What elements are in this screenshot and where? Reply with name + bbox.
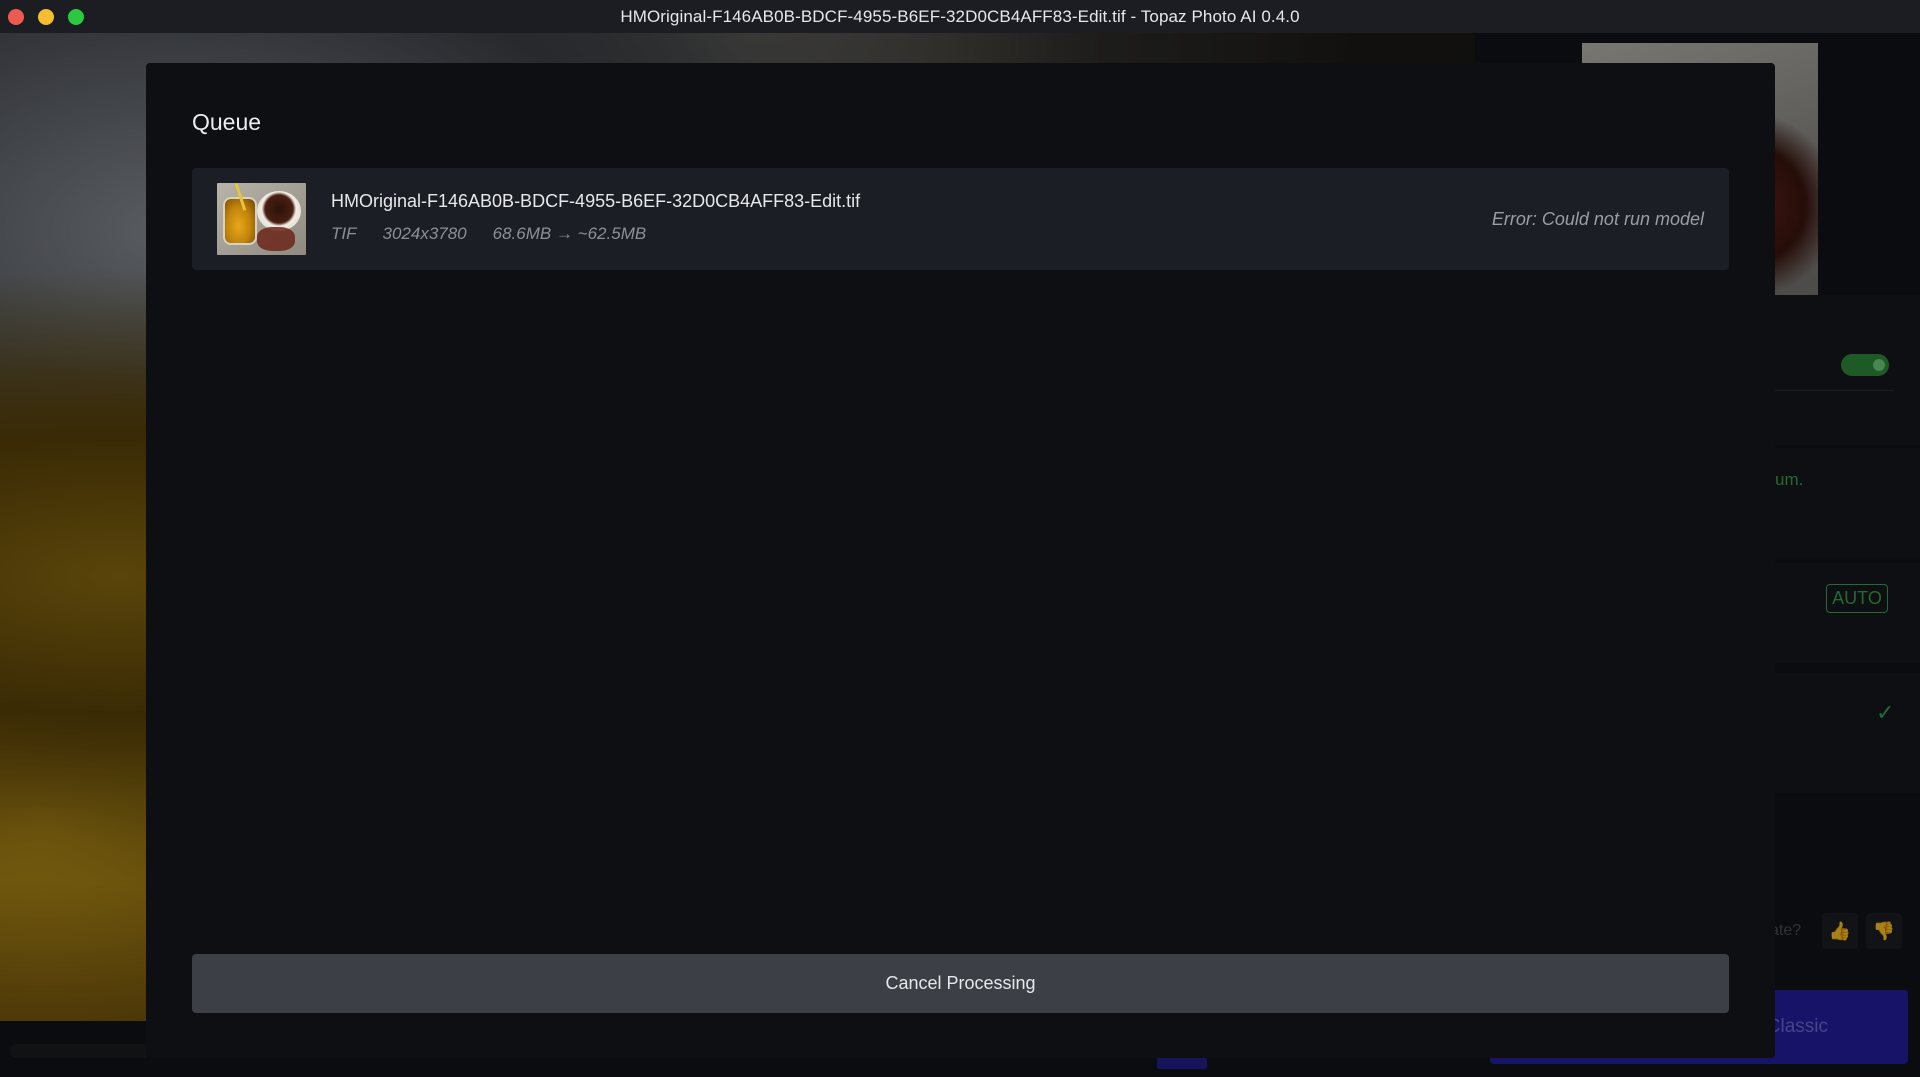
minimize-window-button[interactable] — [38, 9, 54, 25]
file-meta: TIF 3024x3780 68.6MB → ~62.5MB — [331, 224, 646, 244]
file-size: 68.6MB → ~62.5MB — [492, 224, 647, 243]
cancel-processing-button[interactable]: Cancel Processing — [192, 954, 1729, 1013]
queue-dialog: Queue HMOriginal-F146AB0B-BDCF-4955-B6EF… — [146, 63, 1775, 1058]
file-thumbnail — [217, 183, 306, 255]
file-dimensions: 3024x3780 — [382, 224, 467, 243]
file-name: HMOriginal-F146AB0B-BDCF-4955-B6EF-32D0C… — [331, 191, 861, 211]
maximize-window-button[interactable] — [68, 9, 84, 25]
error-status: Error: Could not run model — [1491, 209, 1704, 229]
close-window-button[interactable] — [8, 9, 24, 25]
dialog-title: Queue — [192, 109, 262, 135]
window-title: HMOriginal-F146AB0B-BDCF-4955-B6EF-32D0C… — [620, 6, 1300, 26]
title-bar: HMOriginal-F146AB0B-BDCF-4955-B6EF-32D0C… — [0, 0, 1920, 33]
queue-item[interactable]: HMOriginal-F146AB0B-BDCF-4955-B6EF-32D0C… — [192, 168, 1729, 270]
file-format: TIF — [331, 224, 357, 243]
